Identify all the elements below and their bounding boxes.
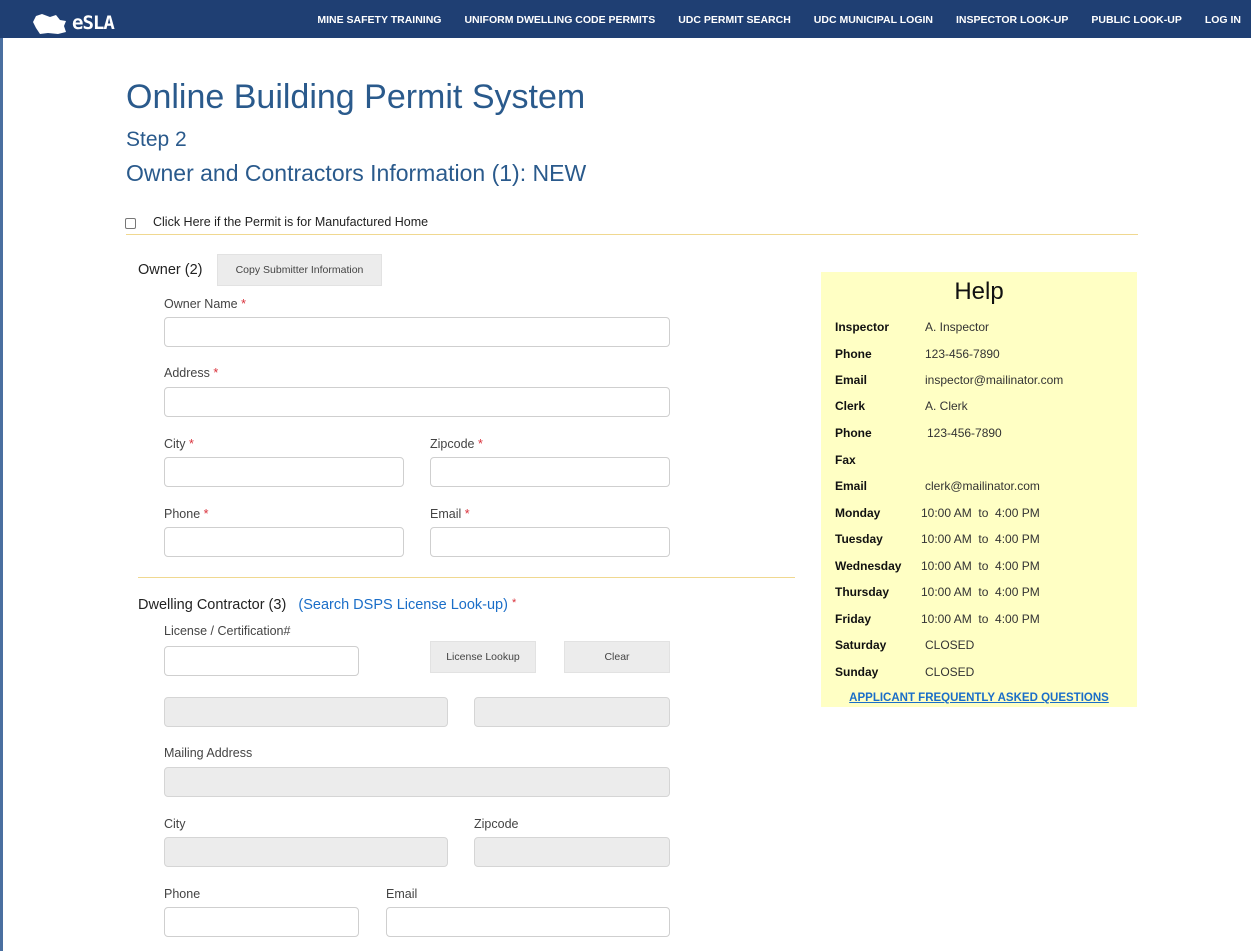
required-mark: * (241, 297, 246, 311)
address-input[interactable] (164, 387, 670, 417)
help-row-tuesday: Tuesday 10:00 AM to 4:00 PM (835, 532, 1040, 546)
step-heading: Step 2 (126, 128, 187, 151)
help-panel: Help Inspector A. Inspector Phone 123-45… (821, 272, 1137, 707)
help-row-sunday: Sunday CLOSED (835, 665, 975, 679)
contractor-extra-input (474, 697, 670, 727)
contractor-phone-label: Phone (164, 887, 201, 901)
email-label: Email * (430, 507, 470, 521)
nav-inspector-look-up[interactable]: INSPECTOR LOOK-UP (956, 14, 1068, 26)
mailing-address-input (164, 767, 670, 797)
nav-menu: MINE SAFETY TRAINING UNIFORM DWELLING CO… (294, 14, 1241, 26)
license-lookup-button[interactable]: License Lookup (430, 641, 536, 673)
divider (138, 577, 795, 578)
search-dsps-license-link[interactable]: (Search DSPS License Look-up) (298, 597, 508, 613)
email-input[interactable] (430, 527, 670, 557)
page-title: Online Building Permit System (126, 78, 586, 116)
help-row-thursday: Thursday 10:00 AM to 4:00 PM (835, 585, 1040, 599)
required-mark: * (189, 437, 194, 451)
nav-mine-safety-training[interactable]: MINE SAFETY TRAINING (317, 14, 441, 26)
manufactured-home-checkbox[interactable] (125, 218, 136, 229)
nav-log-in[interactable]: LOG IN (1205, 14, 1241, 26)
help-row-inspector-email: Email inspector@mailinator.com (835, 373, 1064, 387)
copy-submitter-button[interactable]: Copy Submitter Information (217, 254, 382, 286)
phone-input[interactable] (164, 527, 404, 557)
help-row-friday: Friday 10:00 AM to 4:00 PM (835, 612, 1040, 626)
contractor-name-input (164, 697, 448, 727)
required-mark: * (213, 366, 219, 380)
contractor-zipcode-input (474, 837, 670, 867)
esla-logo[interactable]: eSLA (30, 12, 150, 38)
zipcode-input[interactable] (430, 457, 670, 487)
nav-udc-permit-search[interactable]: UDC PERMIT SEARCH (678, 14, 791, 26)
owner-name-input[interactable] (164, 317, 670, 347)
top-navbar: eSLA MINE SAFETY TRAINING UNIFORM DWELLI… (0, 0, 1251, 38)
nav-uniform-dwelling-code-permits[interactable]: UNIFORM DWELLING CODE PERMITS (464, 14, 655, 26)
contractor-city-input (164, 837, 448, 867)
help-row-saturday: Saturday CLOSED (835, 638, 975, 652)
contractor-email-label: Email (386, 887, 418, 901)
nav-public-look-up[interactable]: PUBLIC LOOK-UP (1091, 14, 1181, 26)
help-row-inspector: Inspector A. Inspector (835, 320, 990, 334)
license-input[interactable] (164, 646, 359, 676)
nav-udc-municipal-login[interactable]: UDC MUNICIPAL LOGIN (814, 14, 933, 26)
manufactured-home-label[interactable]: Click Here if the Permit is for Manufact… (153, 215, 428, 229)
required-mark: * (477, 437, 483, 451)
dwelling-contractor-section-title: Dwelling Contractor (3) (Search DSPS Lic… (138, 597, 517, 613)
help-row-wednesday: Wednesday 10:00 AM to 4:00 PM (835, 559, 1040, 573)
help-row-inspector-phone: Phone 123-456-7890 (835, 347, 1000, 361)
contractor-phone-input[interactable] (164, 907, 359, 937)
contractor-zipcode-label: Zipcode (474, 817, 519, 831)
help-row-clerk-email: Email clerk@mailinator.com (835, 479, 1040, 493)
divider (126, 234, 1138, 235)
logo-text: eSLA (72, 12, 115, 34)
help-row-monday: Monday 10:00 AM to 4:00 PM (835, 506, 1040, 520)
window-frame (0, 0, 3, 951)
zipcode-label: Zipcode * (430, 437, 483, 451)
help-title: Help (954, 278, 1004, 305)
help-row-fax: Fax (835, 453, 856, 467)
mailing-address-label: Mailing Address (164, 746, 253, 760)
contractor-city-label: City (164, 817, 186, 831)
contractor-email-input[interactable] (386, 907, 670, 937)
phone-label: Phone * (164, 507, 209, 521)
required-mark: * (203, 507, 209, 521)
required-mark: * (464, 507, 470, 521)
city-label: City * (164, 437, 194, 451)
city-input[interactable] (164, 457, 404, 487)
clear-button[interactable]: Clear (564, 641, 670, 673)
faq-link[interactable]: APPLICANT FREQUENTLY ASKED QUESTIONS (821, 692, 1137, 704)
help-row-clerk: Clerk A. Clerk (835, 399, 968, 413)
owner-name-label: Owner Name * (164, 297, 246, 311)
section-subtitle: Owner and Contractors Information (1): N… (126, 160, 587, 186)
address-label: Address * (164, 366, 219, 380)
wisconsin-map-icon (33, 14, 66, 34)
required-mark: * (511, 597, 517, 609)
license-label: License / Certification# (164, 624, 291, 638)
help-row-clerk-phone: Phone 123-456-7890 (835, 426, 1002, 440)
owner-section-title: Owner (2) (138, 262, 203, 278)
